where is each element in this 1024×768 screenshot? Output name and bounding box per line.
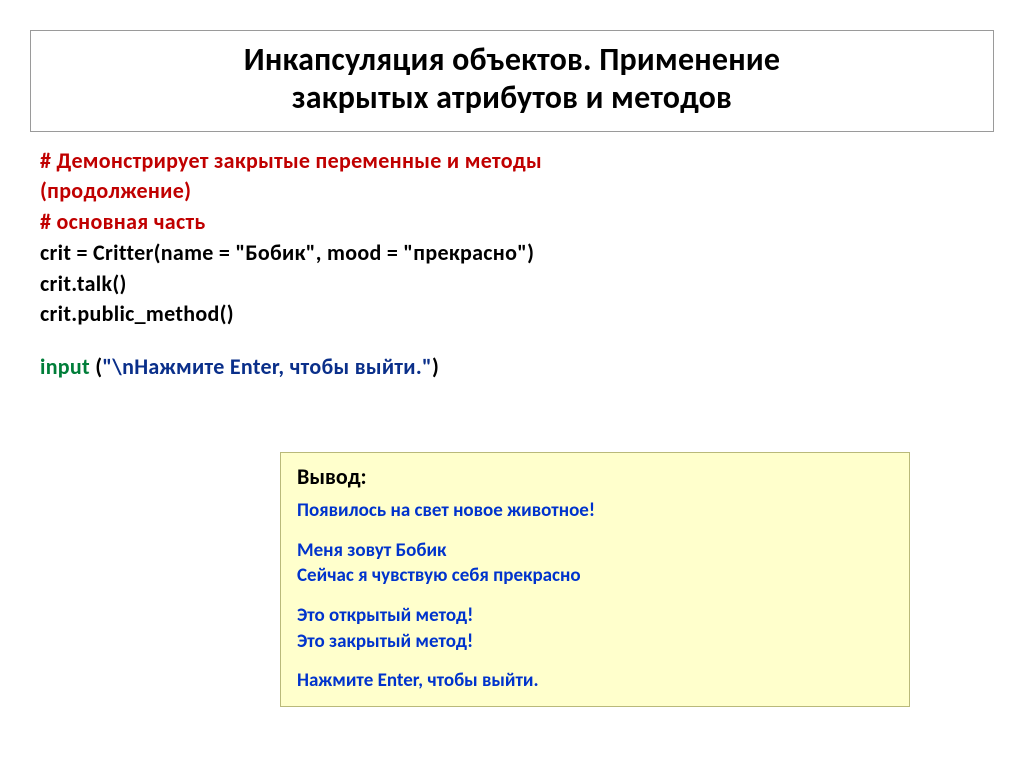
code-blank-line xyxy=(40,330,994,352)
code-line-input: input ("\nНажмите Enter, чтобы выйти.") xyxy=(40,352,994,383)
title-line-1: Инкапсуляция объектов. Применение xyxy=(244,40,780,79)
output-title: Вывод: xyxy=(297,463,893,490)
code-input-close: ) xyxy=(432,353,439,380)
output-line-1: Появилось на свет новое животное! xyxy=(297,498,893,524)
code-input-string: "\nНажмите Enter, чтобы выйти." xyxy=(102,353,432,380)
output-gap-3 xyxy=(297,654,893,668)
code-line-talk: crit.talk() xyxy=(40,269,994,300)
output-gap-2 xyxy=(297,589,893,603)
output-box: Вывод: Появилось на свет новое животное!… xyxy=(280,452,910,707)
output-line-4: Это открытый метод! xyxy=(297,603,893,629)
slide-title: Инкапсуляция объектов. Применение закрыт… xyxy=(47,41,977,117)
code-line-critter: crit = Critter(name = "Бобик", mood = "п… xyxy=(40,238,994,269)
code-crit-pre: crit = Critter(name = xyxy=(40,239,235,266)
slide: Инкапсуляция объектов. Применение закрыт… xyxy=(0,0,1024,768)
output-line-6: Нажмите Enter, чтобы выйти. xyxy=(297,668,893,694)
output-line-3: Сейчас я чувствую себя прекрасно xyxy=(297,563,893,589)
code-crit-mid: , mood = xyxy=(316,239,404,266)
code-crit-end: ) xyxy=(527,239,534,266)
output-line-5: Это закрытый метод! xyxy=(297,629,893,655)
code-comment-2: (продолжение) xyxy=(40,176,994,207)
code-line-public: crit.public_method() xyxy=(40,299,994,330)
code-input-keyword: input xyxy=(40,353,95,380)
code-block: # Демонстрирует закрытые переменные и ме… xyxy=(30,146,994,384)
code-str-mood: "прекрасно" xyxy=(403,239,527,266)
title-box: Инкапсуляция объектов. Применение закрыт… xyxy=(30,30,994,132)
code-comment-3: # основная часть xyxy=(40,207,994,238)
output-line-2: Меня зовут Бобик xyxy=(297,538,893,564)
code-comment-1: # Демонстрирует закрытые переменные и ме… xyxy=(40,146,994,177)
title-line-2: закрытых атрибутов и методов xyxy=(292,78,732,117)
code-str-bobik: "Бобик" xyxy=(235,239,315,266)
output-gap-1 xyxy=(297,524,893,538)
